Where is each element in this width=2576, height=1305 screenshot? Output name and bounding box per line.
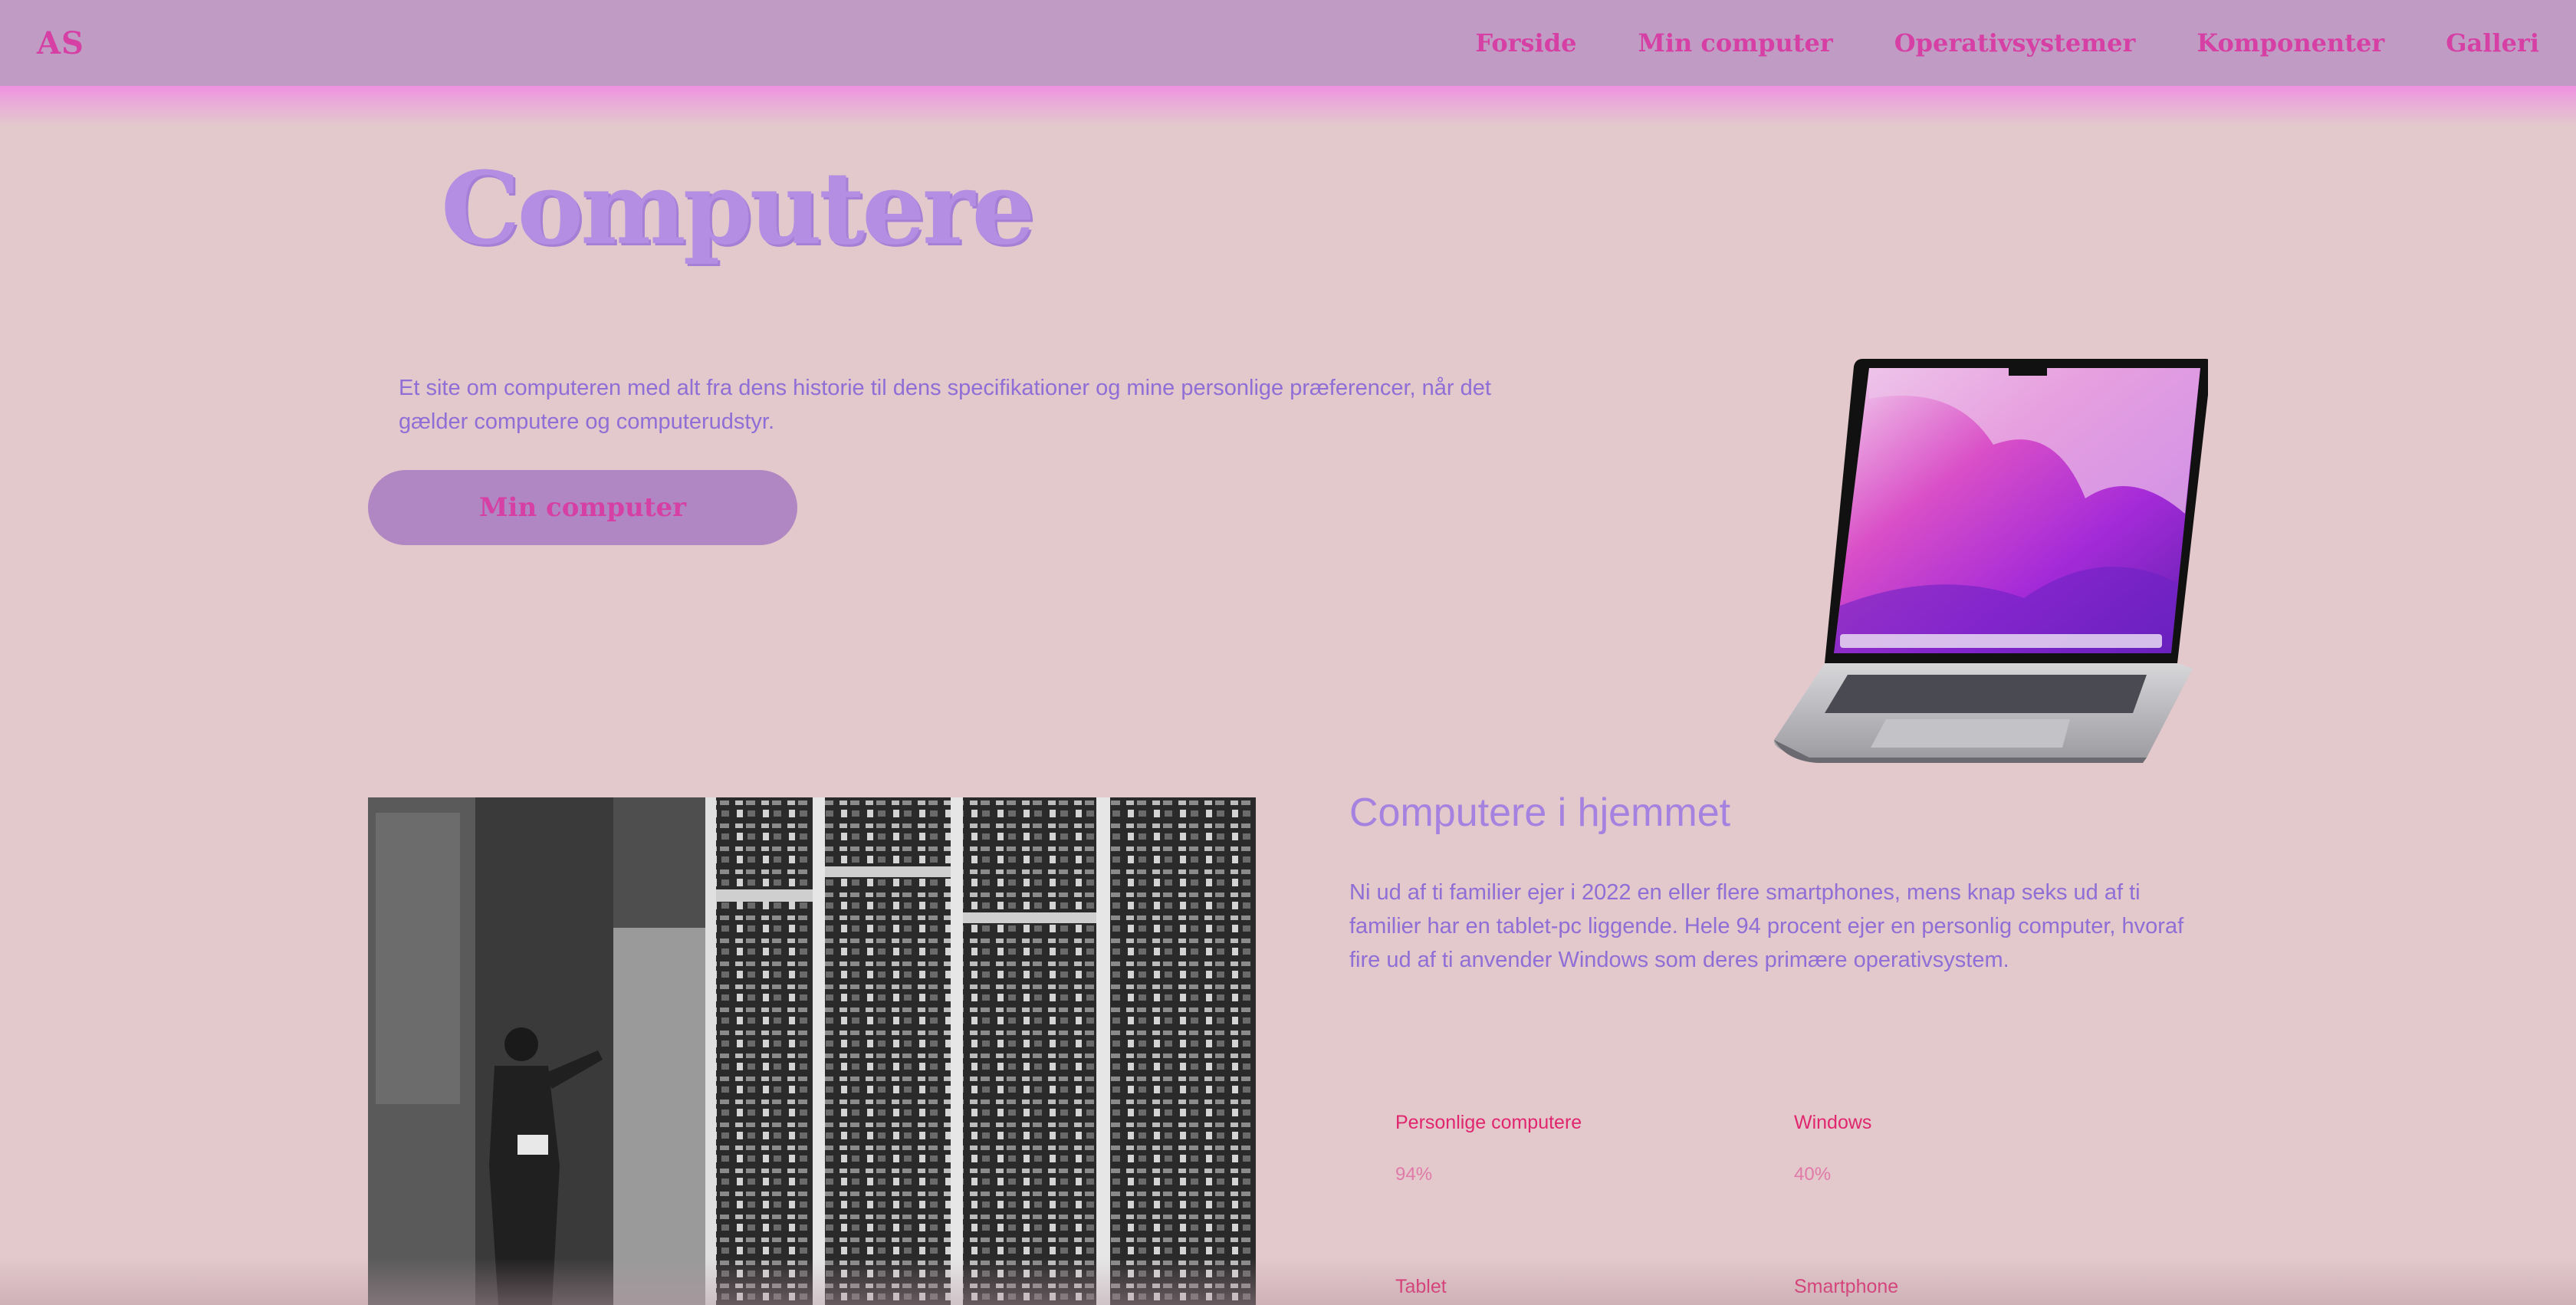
- historic-computer-photo: [368, 797, 1256, 1305]
- hero-title: Computere: [441, 150, 1035, 267]
- nav-link-galleri[interactable]: Galleri: [2446, 28, 2539, 58]
- min-computer-button[interactable]: Min computer: [368, 470, 797, 545]
- stat-value-personlige-computere: 94%: [1395, 1164, 1433, 1185]
- navbar-glow-divider: [0, 86, 2576, 126]
- stat-label-personlige-computere: Personlige computere: [1395, 1112, 1582, 1133]
- stat-label-smartphone: Smartphone: [1794, 1276, 1899, 1297]
- nav-link-operativsystemer[interactable]: Operativsystemer: [1894, 28, 2136, 58]
- stat-label-windows: Windows: [1794, 1112, 1872, 1133]
- nav-link-komponenter[interactable]: Komponenter: [2196, 28, 2384, 58]
- section-title-computere-i-hjemmet: Computere i hjemmet: [1349, 791, 1731, 835]
- section-text: Ni ud af ti familier ejer i 2022 en elle…: [1349, 880, 2184, 972]
- nav-link-forside[interactable]: Forside: [1475, 28, 1576, 58]
- stat-value-windows: 40%: [1794, 1164, 1832, 1185]
- top-navbar: AS Forside Min computer Operativsystemer…: [0, 0, 2576, 86]
- nav-link-min-computer[interactable]: Min computer: [1638, 28, 1832, 58]
- site-logo[interactable]: AS: [37, 25, 84, 61]
- stat-label-tablet: Tablet: [1395, 1276, 1447, 1297]
- nav-links: Forside Min computer Operativsystemer Ko…: [1475, 28, 2539, 58]
- hero-description: Et site om computeren med alt fra dens h…: [399, 376, 1491, 434]
- mainframe-photo-illustration: [368, 797, 1256, 1305]
- laptop-image: [1773, 359, 2208, 763]
